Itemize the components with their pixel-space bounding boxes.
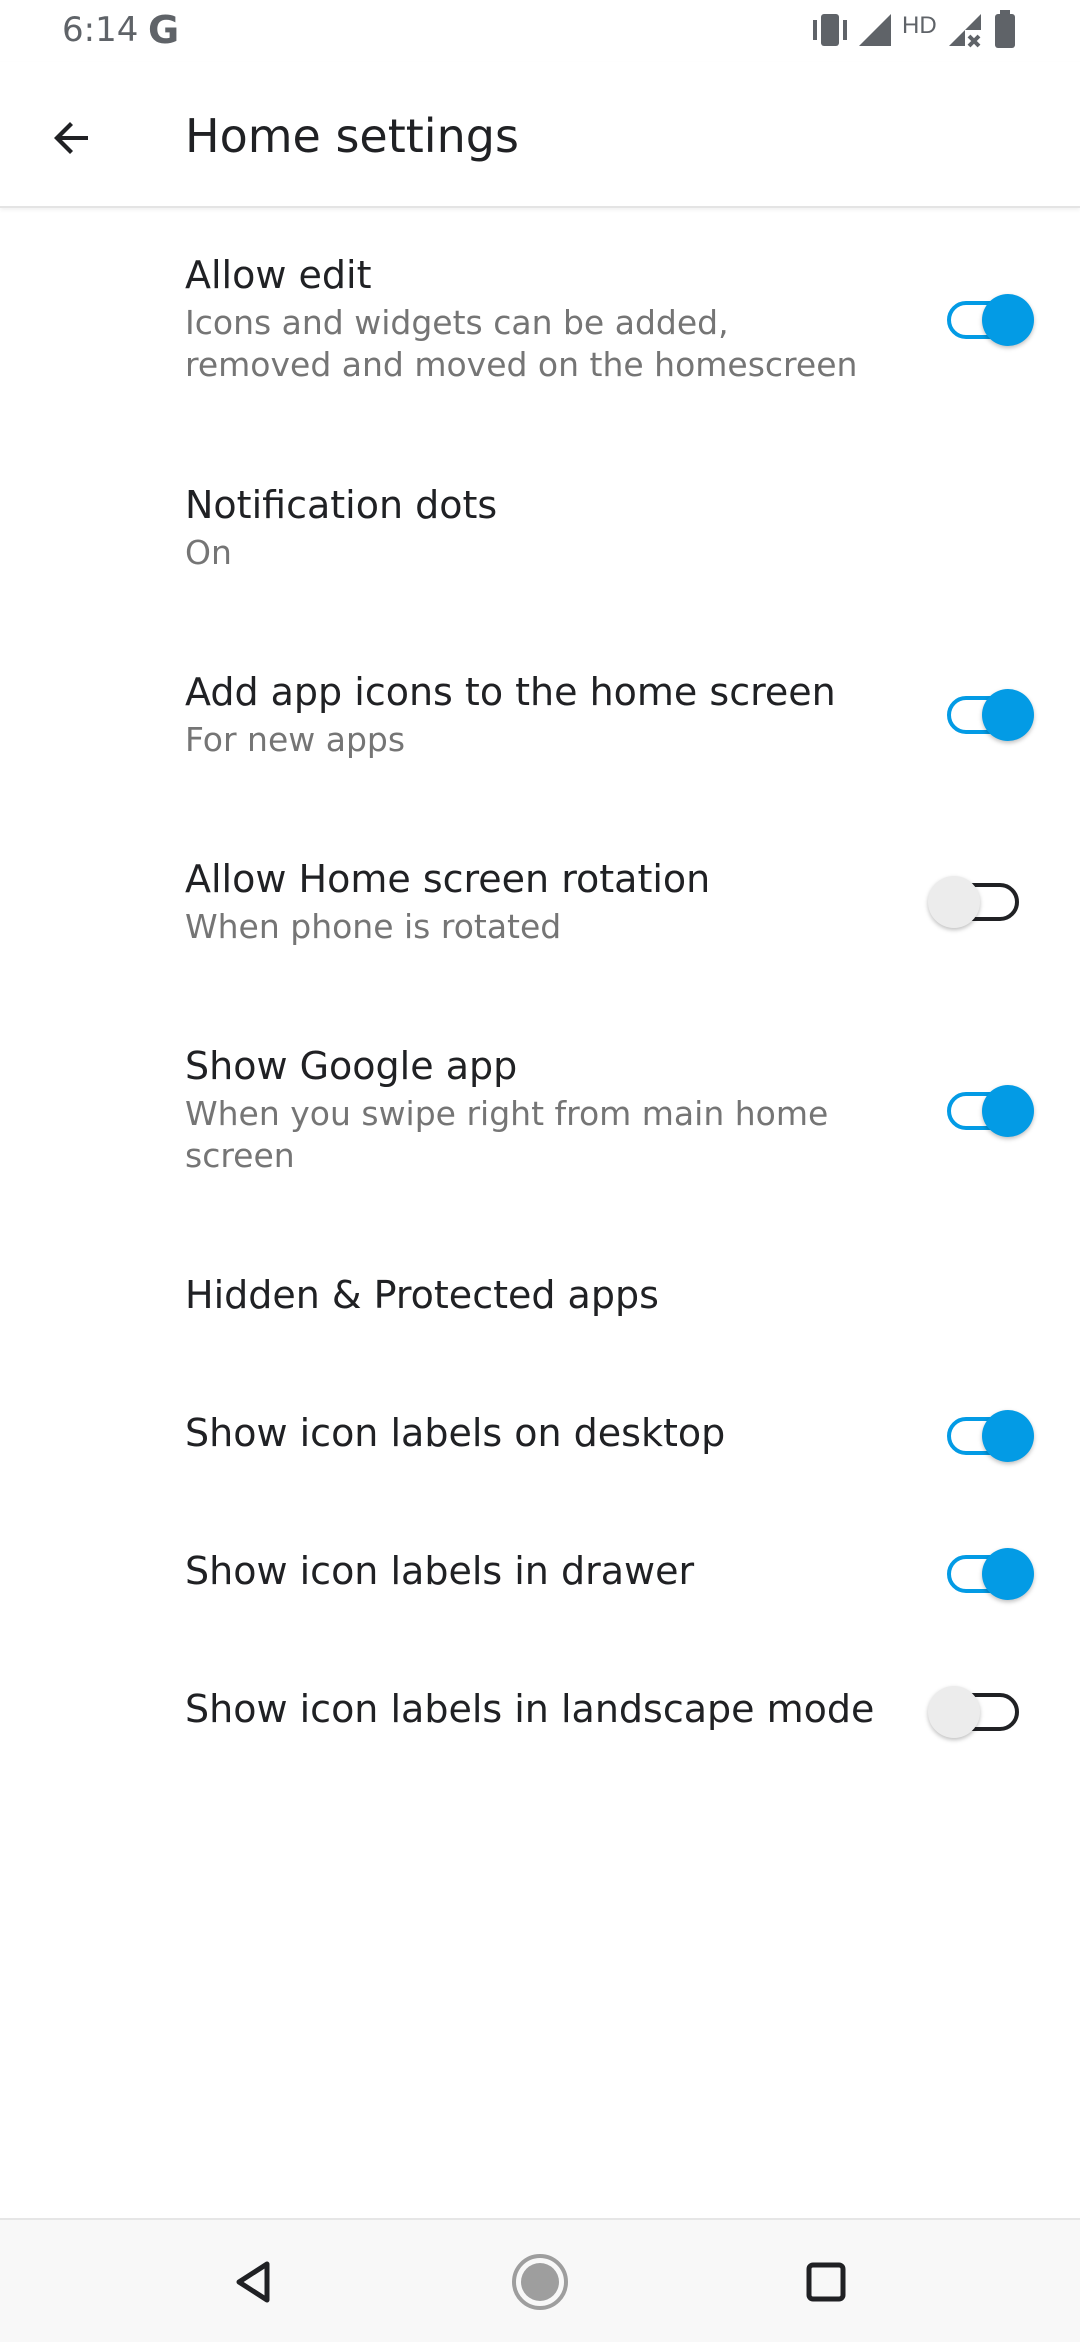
signal-no-data-icon: [945, 8, 985, 56]
setting-labels-drawer[interactable]: Show icon labels in drawer: [0, 1546, 1080, 1602]
labels-drawer-toggle[interactable]: [920, 1534, 1040, 1614]
setting-title: Show icon labels in drawer: [185, 1549, 695, 1593]
battery-icon: [990, 8, 1020, 56]
back-button[interactable]: [30, 96, 114, 180]
setting-summary: When phone is rotated: [185, 907, 562, 946]
home-circle-icon: [512, 2254, 568, 2310]
status-bar: 6:14 G HD: [0, 0, 1080, 62]
setting-text: Show icon labels in landscape mode: [185, 1684, 874, 1734]
setting-show-google-app[interactable]: Show Google app When you swipe right fro…: [0, 1041, 1080, 1191]
nav-home-button[interactable]: [498, 2240, 582, 2324]
arrow-back-icon: [54, 122, 88, 154]
setting-labels-desktop[interactable]: Show icon labels on desktop: [0, 1408, 1080, 1464]
hd-label: HD: [902, 12, 937, 39]
setting-title: Notification dots: [185, 483, 498, 527]
setting-text: Allow edit Icons and widgets can be adde…: [185, 250, 885, 386]
toggle-thumb: [982, 1548, 1034, 1600]
setting-text: Show icon labels on desktop: [185, 1408, 725, 1458]
nav-back-button[interactable]: [211, 2240, 295, 2324]
show-google-app-toggle[interactable]: [920, 1071, 1040, 1151]
labels-desktop-toggle[interactable]: [920, 1396, 1040, 1476]
setting-title: Allow edit: [185, 253, 372, 297]
recents-square-icon: [806, 2262, 846, 2302]
setting-labels-landscape[interactable]: Show icon labels in landscape mode: [0, 1684, 1080, 1740]
allow-edit-toggle[interactable]: [920, 280, 1040, 360]
home-rotation-toggle[interactable]: [920, 862, 1040, 942]
setting-notification-dots[interactable]: Notification dots On: [0, 480, 1080, 590]
setting-text: Add app icons to the home screen For new…: [185, 667, 885, 761]
toggle-thumb: [982, 1085, 1034, 1137]
page-title: Home settings: [185, 109, 519, 163]
setting-title: Hidden & Protected apps: [185, 1273, 659, 1317]
setting-text: Show Google app When you swipe right fro…: [185, 1041, 885, 1177]
app-bar: Home settings: [0, 62, 1080, 208]
setting-text: Hidden & Protected apps: [185, 1270, 659, 1320]
google-badge-icon: G: [148, 8, 180, 52]
back-triangle-icon: [236, 2261, 270, 2303]
setting-text: Show icon labels in drawer: [185, 1546, 694, 1596]
setting-summary: On: [185, 533, 232, 572]
setting-title: Allow Home screen rotation: [185, 857, 711, 901]
setting-summary: Icons and widgets can be added, removed …: [185, 303, 858, 384]
status-time: 6:14: [62, 10, 139, 50]
nav-recents-button[interactable]: [784, 2240, 868, 2324]
toggle-thumb: [928, 1686, 980, 1738]
labels-landscape-toggle[interactable]: [920, 1672, 1040, 1752]
setting-summary: For new apps: [185, 720, 406, 759]
setting-home-rotation[interactable]: Allow Home screen rotation When phone is…: [0, 854, 1080, 964]
vibrate-icon: [810, 8, 850, 56]
setting-title: Show icon labels on desktop: [185, 1411, 726, 1455]
add-app-icons-toggle[interactable]: [920, 675, 1040, 755]
toggle-thumb: [982, 294, 1034, 346]
setting-text: Notification dots On: [185, 480, 885, 574]
setting-allow-edit[interactable]: Allow edit Icons and widgets can be adde…: [0, 250, 1080, 400]
setting-title: Show Google app: [185, 1044, 518, 1088]
setting-summary: When you swipe right from main home scre…: [185, 1094, 829, 1175]
setting-add-app-icons[interactable]: Add app icons to the home screen For new…: [0, 667, 1080, 777]
setting-title: Show icon labels in landscape mode: [185, 1687, 875, 1731]
signal-icon: [855, 8, 895, 56]
toggle-thumb: [982, 689, 1034, 741]
toggle-thumb: [982, 1410, 1034, 1462]
setting-title: Add app icons to the home screen: [185, 670, 836, 714]
setting-hidden-protected-apps[interactable]: Hidden & Protected apps: [0, 1270, 1080, 1326]
navigation-bar: [0, 2218, 1080, 2342]
setting-text: Allow Home screen rotation When phone is…: [185, 854, 885, 948]
toggle-thumb: [928, 876, 980, 928]
